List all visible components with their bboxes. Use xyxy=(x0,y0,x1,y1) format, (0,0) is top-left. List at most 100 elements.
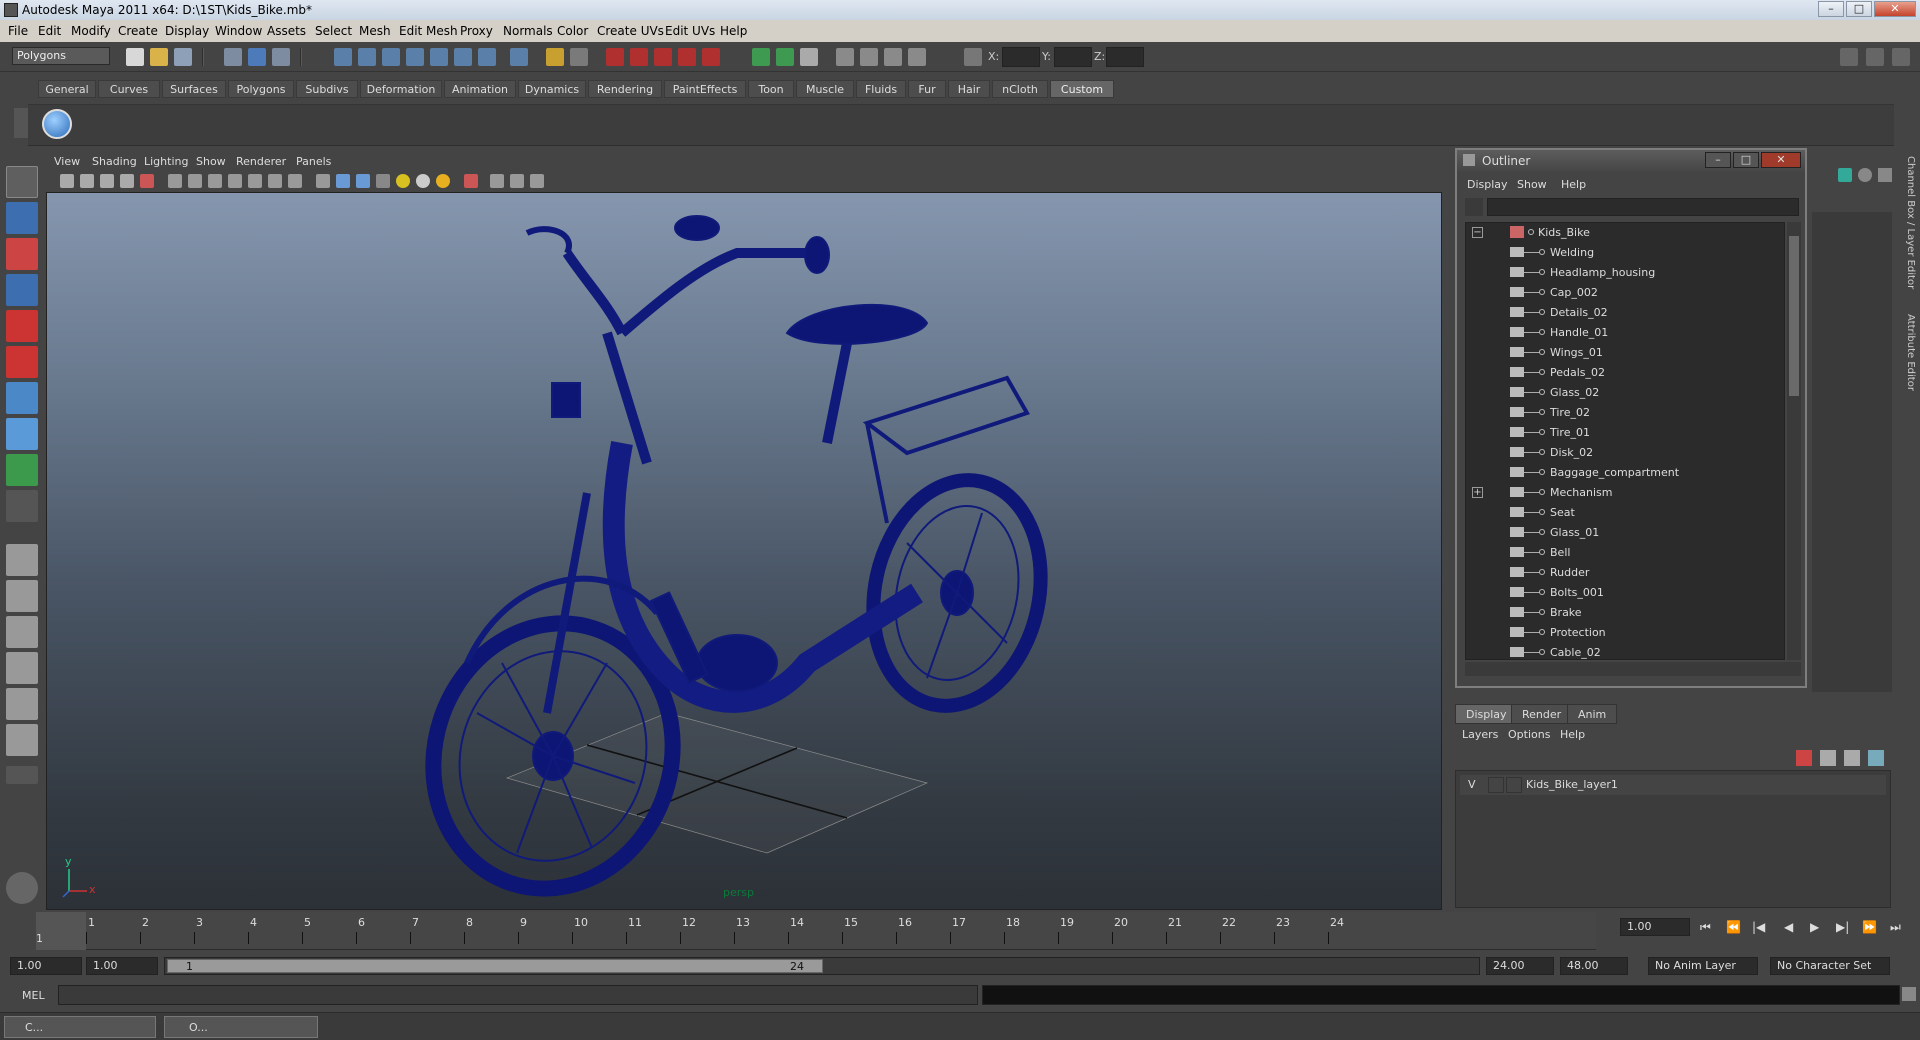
time-slider[interactable]: 1 1 2 3 4 5 6 7 8 9 10 11 12 13 14 15 16 17 18 19 20 21 22 23 2… xyxy=(0,912,1920,952)
outliner-item-row[interactable]: Tire_01 xyxy=(1466,423,1784,443)
panel-menu-panels[interactable]: Panels xyxy=(296,155,331,168)
shadows-icon[interactable] xyxy=(436,174,450,188)
layout-more-icon[interactable] xyxy=(6,766,38,784)
tab-dynamics[interactable]: Dynamics xyxy=(518,80,586,98)
outliner-item-row[interactable]: Disk_02 xyxy=(1466,443,1784,463)
step-back-frame-button[interactable]: |◀ xyxy=(1752,920,1765,934)
layer-menu-help[interactable]: Help xyxy=(1560,728,1585,741)
select-hierarchy-icon[interactable] xyxy=(224,48,242,66)
wireframe-icon[interactable] xyxy=(316,174,330,188)
manipulator-tool-icon[interactable] xyxy=(6,382,38,414)
layer-menu-options[interactable]: Options xyxy=(1508,728,1550,741)
default-lighting-icon[interactable] xyxy=(396,174,410,188)
step-forward-key-button[interactable]: ⏩ xyxy=(1862,920,1877,934)
bookmarks-icon[interactable] xyxy=(100,174,114,188)
last-tool-icon[interactable] xyxy=(6,490,38,522)
soft-mod-tool-icon[interactable] xyxy=(6,418,38,450)
outliner-vertical-scrollbar[interactable] xyxy=(1787,222,1801,660)
outliner-item-row[interactable]: Bolts_001 xyxy=(1466,583,1784,603)
snap-plane-icon[interactable] xyxy=(406,48,424,66)
wireframe-on-shaded-icon[interactable] xyxy=(356,174,370,188)
playback-end-field[interactable]: 24.00 xyxy=(1486,957,1554,975)
select-camera-icon[interactable] xyxy=(60,174,74,188)
outliner-item-row[interactable]: Rudder xyxy=(1466,563,1784,583)
tab-toon[interactable]: Toon xyxy=(748,80,794,98)
construction-history-icon[interactable] xyxy=(570,48,588,66)
persp-outliner-layout-icon[interactable] xyxy=(6,616,38,648)
panel-menu-view[interactable]: View xyxy=(54,155,80,168)
paint-select-tool-icon[interactable] xyxy=(6,238,38,270)
menu-mesh[interactable]: Mesh xyxy=(359,24,391,38)
playback-start-field[interactable]: 1.00 xyxy=(86,957,158,975)
grease-pencil-icon[interactable] xyxy=(140,174,154,188)
persp-graph-hypergraph-layout-icon[interactable] xyxy=(6,724,38,756)
menu-create-uvs[interactable]: Create UVs xyxy=(597,24,664,38)
menu-select[interactable]: Select xyxy=(315,24,352,38)
animation-end-field[interactable]: 48.00 xyxy=(1560,957,1628,975)
character-set-dropdown[interactable]: No Character Set xyxy=(1770,957,1890,975)
tab-hair[interactable]: Hair xyxy=(948,80,990,98)
tab-painteffects[interactable]: PaintEffects xyxy=(664,80,746,98)
tab-subdivs[interactable]: Subdivs xyxy=(296,80,358,98)
open-scene-icon[interactable] xyxy=(150,48,168,66)
tab-deformation[interactable]: Deformation xyxy=(360,80,442,98)
play-backwards-button[interactable]: ◀ xyxy=(1784,920,1793,934)
scale-tool-icon[interactable] xyxy=(6,346,38,378)
snap-grid-icon[interactable] xyxy=(334,48,352,66)
image-plane-icon[interactable] xyxy=(120,174,134,188)
panel-layout-three-icon[interactable] xyxy=(884,48,902,66)
panel-layout-two-icon[interactable] xyxy=(860,48,878,66)
select-object-icon[interactable] xyxy=(248,48,266,66)
script-editor-icon[interactable] xyxy=(1902,987,1916,1001)
field-chart-icon[interactable] xyxy=(248,174,262,188)
menu-display[interactable]: Display xyxy=(165,24,209,38)
move-layer-down-icon[interactable] xyxy=(1820,750,1836,766)
outliner-item-row[interactable]: Cable_02 xyxy=(1466,643,1784,659)
anim-layer-dropdown[interactable]: No Anim Layer xyxy=(1648,957,1758,975)
history-lock-icon[interactable] xyxy=(546,48,564,66)
grid-toggle-icon[interactable] xyxy=(168,174,182,188)
xray-icon[interactable] xyxy=(464,174,478,188)
range-handle[interactable]: 1 24 xyxy=(167,959,823,973)
menu-edit[interactable]: Edit xyxy=(38,24,61,38)
rotate-tool-icon[interactable] xyxy=(6,310,38,342)
outliner-item-row[interactable]: Wings_01 xyxy=(1466,343,1784,363)
tab-ncloth[interactable]: nCloth xyxy=(992,80,1048,98)
close-button[interactable]: ✕ xyxy=(1874,1,1916,17)
paint-icon[interactable] xyxy=(1878,168,1892,182)
snap-view-icon[interactable] xyxy=(454,48,472,66)
outliner-filter-icon[interactable] xyxy=(1465,198,1483,216)
y-field[interactable] xyxy=(1054,47,1092,67)
channel-box-tab[interactable]: Channel Box / Layer Editor xyxy=(1900,156,1916,289)
tab-anim-layers[interactable]: Anim xyxy=(1567,704,1618,724)
relative-transform-icon[interactable] xyxy=(776,48,794,66)
render-settings-icon[interactable] xyxy=(678,48,696,66)
persp-graph-layout-icon[interactable] xyxy=(6,652,38,684)
outliner-item-row[interactable]: Cap_002 xyxy=(1466,283,1784,303)
move-layer-up-icon[interactable] xyxy=(1796,750,1812,766)
new-layer-icon[interactable] xyxy=(1844,750,1860,766)
gate-mask-icon[interactable] xyxy=(228,174,242,188)
tab-fur[interactable]: Fur xyxy=(908,80,946,98)
tab-custom[interactable]: Custom xyxy=(1050,80,1114,98)
hypershade-persp-layout-icon[interactable] xyxy=(6,688,38,720)
x-field[interactable] xyxy=(1002,47,1040,67)
outliner-filter-field[interactable] xyxy=(1487,198,1799,216)
tab-surfaces[interactable]: Surfaces xyxy=(162,80,226,98)
outliner-scroll-thumb[interactable] xyxy=(1789,236,1799,396)
outliner-item-row[interactable]: Details_02 xyxy=(1466,303,1784,323)
channel-box-toggle-icon[interactable] xyxy=(1892,48,1910,66)
go-to-start-button[interactable]: ⏮ xyxy=(1700,920,1711,935)
step-back-key-button[interactable]: ⏪ xyxy=(1726,920,1741,934)
tab-polygons[interactable]: Polygons xyxy=(228,80,294,98)
outliner-close-button[interactable]: ✕ xyxy=(1761,152,1801,168)
menu-set-dropdown[interactable]: Polygons xyxy=(12,47,110,65)
outliner-item-row[interactable]: Glass_02 xyxy=(1466,383,1784,403)
snap-point-icon[interactable] xyxy=(382,48,400,66)
menu-file[interactable]: File xyxy=(8,24,28,38)
menu-assets[interactable]: Assets xyxy=(267,24,306,38)
four-view-layout-icon[interactable] xyxy=(6,580,38,612)
step-forward-frame-button[interactable]: ▶| xyxy=(1836,920,1849,934)
safe-action-icon[interactable] xyxy=(268,174,282,188)
animation-start-field[interactable]: 1.00 xyxy=(10,957,82,975)
